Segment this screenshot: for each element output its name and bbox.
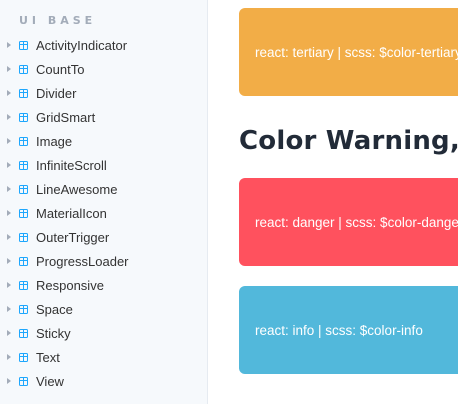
sidebar-item-label: ActivityIndicator	[36, 37, 128, 53]
color-card-info: react: info | scss: $color-info	[239, 286, 458, 374]
caret-right-icon[interactable]	[7, 234, 11, 240]
sidebar-item-activityindicator[interactable]: ActivityIndicator	[0, 33, 208, 57]
sidebar-item-responsive[interactable]: Responsive	[0, 273, 208, 297]
sidebar-item-divider[interactable]: Divider	[0, 81, 208, 105]
component-tree: ActivityIndicator CountTo Divider GridSm…	[0, 33, 208, 393]
caret-right-icon[interactable]	[7, 42, 11, 48]
component-icon	[19, 64, 28, 74]
caret-right-icon[interactable]	[7, 354, 11, 360]
sidebar-item-label: ProgressLoader	[36, 253, 129, 269]
caret-right-icon[interactable]	[7, 258, 11, 264]
component-icon	[19, 136, 28, 146]
component-icon	[19, 232, 28, 242]
sidebar-item-label: Image	[36, 133, 73, 149]
caret-right-icon[interactable]	[7, 66, 11, 72]
caret-right-icon[interactable]	[7, 210, 11, 216]
sidebar-item-label: Divider	[36, 85, 77, 101]
sidebar-item-label: InfiniteScroll	[36, 157, 107, 173]
sidebar-item-countto[interactable]: CountTo	[0, 57, 208, 81]
component-icon	[19, 208, 28, 218]
sidebar-item-gridsmart[interactable]: GridSmart	[0, 105, 208, 129]
sidebar-item-label: GridSmart	[36, 109, 96, 125]
component-icon	[19, 256, 28, 266]
component-icon	[19, 160, 28, 170]
sidebar-item-progressloader[interactable]: ProgressLoader	[0, 249, 208, 273]
sidebar-item-lineawesome[interactable]: LineAwesome	[0, 177, 208, 201]
caret-right-icon[interactable]	[7, 138, 11, 144]
caret-right-icon[interactable]	[7, 114, 11, 120]
sidebar-item-infinitescroll[interactable]: InfiniteScroll	[0, 153, 208, 177]
section-title: UI BASE	[19, 14, 97, 27]
sidebar-item-label: Responsive	[36, 277, 104, 293]
sidebar-item-text[interactable]: Text	[0, 345, 208, 369]
caret-right-icon[interactable]	[7, 378, 11, 384]
sidebar-item-label: View	[36, 373, 64, 389]
component-icon	[19, 328, 28, 338]
story-canvas: react: tertiary | scss: $color-tertiary …	[209, 0, 458, 404]
caret-right-icon[interactable]	[7, 90, 11, 96]
component-icon	[19, 184, 28, 194]
component-icon	[19, 376, 28, 386]
caret-right-icon[interactable]	[7, 306, 11, 312]
caret-right-icon[interactable]	[7, 330, 11, 336]
sidebar-item-image[interactable]: Image	[0, 129, 208, 153]
sidebar-item-view[interactable]: View	[0, 369, 208, 393]
sidebar-item-label: CountTo	[36, 61, 85, 77]
sidebar-item-label: OuterTrigger	[36, 229, 110, 245]
sidebar-item-label: MaterialIcon	[36, 205, 107, 221]
sidebar-item-label: Text	[36, 349, 60, 365]
caret-right-icon[interactable]	[7, 186, 11, 192]
card-label: react: danger | scss: $color-danger	[255, 214, 458, 230]
color-card-danger: react: danger | scss: $color-danger	[239, 178, 458, 266]
sidebar-item-label: LineAwesome	[36, 181, 118, 197]
sidebar: UI BASE ActivityIndicator CountTo Divide…	[0, 0, 208, 404]
component-icon	[19, 304, 28, 314]
sidebar-item-label: Sticky	[36, 325, 71, 341]
color-card-tertiary: react: tertiary | scss: $color-tertiary	[239, 8, 458, 96]
sidebar-item-materialicon[interactable]: MaterialIcon	[0, 201, 208, 225]
component-icon	[19, 40, 28, 50]
component-icon	[19, 280, 28, 290]
sidebar-item-space[interactable]: Space	[0, 297, 208, 321]
component-icon	[19, 88, 28, 98]
caret-right-icon[interactable]	[7, 162, 11, 168]
card-label: react: tertiary | scss: $color-tertiary	[255, 44, 458, 60]
sidebar-item-label: Space	[36, 301, 73, 317]
component-icon	[19, 112, 28, 122]
sidebar-item-outertrigger[interactable]: OuterTrigger	[0, 225, 208, 249]
section-heading: Color Warning, Danger & Info	[239, 126, 458, 156]
card-label: react: info | scss: $color-info	[255, 322, 423, 338]
sidebar-item-sticky[interactable]: Sticky	[0, 321, 208, 345]
caret-right-icon[interactable]	[7, 282, 11, 288]
component-icon	[19, 352, 28, 362]
